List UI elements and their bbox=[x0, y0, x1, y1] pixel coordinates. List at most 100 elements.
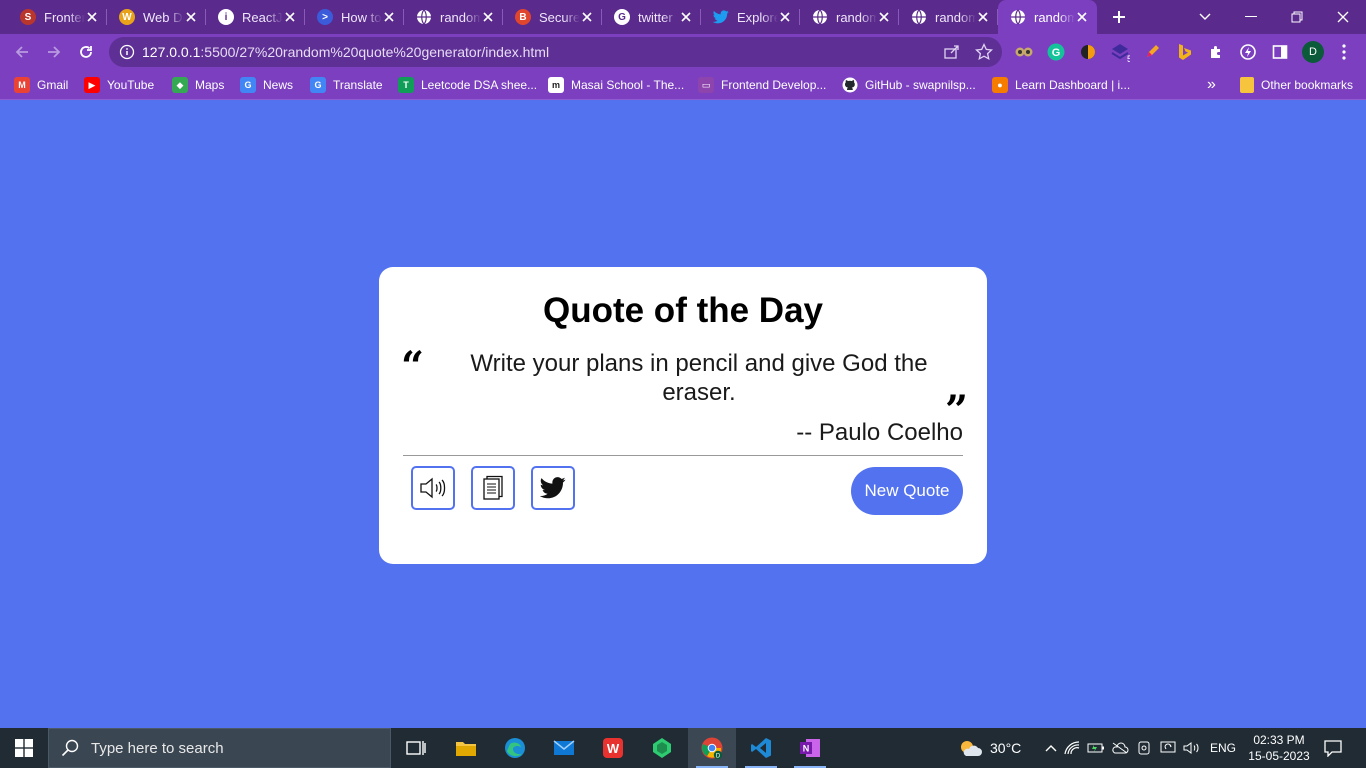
ext-pen-icon[interactable] bbox=[1142, 42, 1162, 62]
forward-button[interactable] bbox=[39, 37, 69, 67]
bookmark-item[interactable]: ◆ Maps bbox=[172, 75, 224, 95]
browser-tab[interactable]: random bbox=[998, 0, 1097, 34]
site-info-icon[interactable] bbox=[119, 44, 135, 65]
browser-tab[interactable]: random bbox=[899, 0, 998, 34]
share-icon[interactable] bbox=[943, 43, 961, 66]
weather-widget[interactable]: 30°C bbox=[958, 728, 1021, 768]
wifi-icon[interactable] bbox=[1060, 741, 1084, 755]
tweet-button[interactable] bbox=[531, 466, 575, 510]
bookmark-item[interactable]: ▶ YouTube bbox=[84, 75, 154, 95]
new-tab-button[interactable] bbox=[1106, 4, 1132, 30]
folder-icon bbox=[1240, 77, 1254, 93]
tab-close-icon[interactable] bbox=[976, 10, 990, 24]
bookmark-item[interactable]: T Leetcode DSA shee... bbox=[398, 75, 537, 95]
bookmark-item[interactable]: ● Learn Dashboard | i... bbox=[992, 75, 1130, 95]
browser-tab[interactable]: > How to bbox=[305, 0, 404, 34]
tab-close-icon[interactable] bbox=[382, 10, 396, 24]
start-button[interactable] bbox=[0, 728, 48, 768]
browser-tab[interactable]: W Web Dev bbox=[107, 0, 206, 34]
bookmark-item[interactable]: GitHub - swapnilsp... bbox=[842, 75, 976, 95]
ext-owl-icon[interactable] bbox=[1014, 42, 1034, 62]
minimize-button[interactable] bbox=[1228, 0, 1274, 34]
menu-kebab-icon[interactable] bbox=[1334, 42, 1354, 62]
show-hidden-icons-icon[interactable] bbox=[1042, 744, 1060, 752]
extensions-puzzle-icon[interactable] bbox=[1206, 42, 1226, 62]
browser-tab[interactable]: random bbox=[800, 0, 899, 34]
bookmark-label: Leetcode DSA shee... bbox=[421, 78, 538, 92]
wps-office-button[interactable]: W bbox=[589, 728, 637, 768]
bookmark-item[interactable]: G Translate bbox=[310, 75, 383, 95]
tab-close-icon[interactable] bbox=[679, 10, 693, 24]
cloud-sync-icon[interactable] bbox=[1108, 742, 1132, 754]
bookmark-star-icon[interactable] bbox=[975, 42, 993, 66]
language-indicator[interactable]: ENG bbox=[1210, 741, 1236, 755]
web-dev-favicon: W bbox=[119, 9, 135, 25]
onenote-button[interactable]: N bbox=[786, 728, 834, 768]
address-bar[interactable]: 127.0.0.1:5500/27%20random%20quote%20gen… bbox=[109, 37, 1002, 67]
browser-tab[interactable]: Explore bbox=[701, 0, 800, 34]
ext-dark-mode-icon[interactable] bbox=[1078, 42, 1098, 62]
notification-icon bbox=[1324, 740, 1342, 757]
tab-close-icon[interactable] bbox=[1075, 10, 1089, 24]
reload-button[interactable] bbox=[71, 37, 101, 67]
side-panel-icon[interactable] bbox=[1270, 42, 1290, 62]
app-green-button[interactable] bbox=[638, 728, 686, 768]
speak-button[interactable] bbox=[411, 466, 455, 510]
browser-tab[interactable]: B Secure bbox=[503, 0, 602, 34]
browser-tab[interactable]: Gtwitter bbox=[602, 0, 701, 34]
tray-icons: ENG bbox=[1042, 728, 1236, 768]
mail-button[interactable] bbox=[540, 728, 588, 768]
svg-text:5: 5 bbox=[1127, 54, 1130, 62]
browser-tab[interactable]: i ReactJS bbox=[206, 0, 305, 34]
volume-icon[interactable] bbox=[1180, 741, 1204, 755]
browser-tab[interactable]: S Frontend bbox=[8, 0, 107, 34]
restore-button[interactable] bbox=[1274, 0, 1320, 34]
copy-button[interactable] bbox=[471, 466, 515, 510]
tab-close-icon[interactable] bbox=[85, 10, 99, 24]
performance-icon[interactable] bbox=[1238, 42, 1258, 62]
edge-button[interactable] bbox=[491, 728, 539, 768]
vscode-button[interactable] bbox=[737, 728, 785, 768]
minimize-icon bbox=[1245, 16, 1257, 17]
bookmark-item[interactable]: M Gmail bbox=[14, 75, 68, 95]
chrome-button[interactable]: D bbox=[688, 728, 736, 768]
tab-close-icon[interactable] bbox=[481, 10, 495, 24]
bing-icon[interactable] bbox=[1174, 42, 1194, 62]
tab-title: How to bbox=[341, 9, 382, 25]
info-favicon: i bbox=[218, 9, 234, 25]
browser-tab[interactable]: random bbox=[404, 0, 503, 34]
tab-title: random bbox=[935, 9, 976, 25]
tab-close-icon[interactable] bbox=[184, 10, 198, 24]
svg-text:D: D bbox=[716, 754, 721, 760]
close-window-button[interactable] bbox=[1320, 0, 1366, 34]
bookmark-item[interactable]: G News bbox=[240, 75, 293, 95]
other-bookmarks-folder[interactable]: Other bookmarks bbox=[1240, 75, 1353, 95]
display-sync-icon[interactable] bbox=[1156, 741, 1180, 755]
profile-avatar[interactable]: D bbox=[1302, 41, 1324, 63]
bookmark-item[interactable]: ▭ Frontend Develop... bbox=[698, 75, 826, 95]
tab-close-icon[interactable] bbox=[580, 10, 594, 24]
taskbar-search-box[interactable]: Type here to search bbox=[48, 728, 391, 768]
mail-icon bbox=[553, 740, 575, 755]
grammarly-icon[interactable]: G bbox=[1046, 42, 1066, 62]
more-bookmarks-button[interactable]: » bbox=[1207, 75, 1216, 95]
notifications-button[interactable] bbox=[1310, 728, 1356, 768]
battery-icon[interactable] bbox=[1084, 742, 1108, 754]
twitter-favicon bbox=[713, 9, 729, 25]
bookmark-label: News bbox=[263, 78, 294, 92]
new-quote-button[interactable]: New Quote bbox=[851, 467, 963, 515]
file-explorer-button[interactable] bbox=[442, 728, 490, 768]
url-text[interactable]: 127.0.0.1:5500/27%20random%20quote%20gen… bbox=[142, 44, 549, 60]
taskbar-clock[interactable]: 02:33 PM 15-05-2023 bbox=[1246, 732, 1312, 764]
task-view-button[interactable] bbox=[392, 728, 440, 768]
back-button[interactable] bbox=[7, 37, 37, 67]
tab-search-button[interactable] bbox=[1182, 0, 1228, 34]
tab-close-icon[interactable] bbox=[283, 10, 297, 24]
ext-stack-icon[interactable]: 5 bbox=[1110, 42, 1130, 62]
chevron-down-icon bbox=[1199, 13, 1211, 20]
meet-now-icon[interactable] bbox=[1132, 741, 1156, 755]
tab-close-icon[interactable] bbox=[877, 10, 891, 24]
tab-close-icon[interactable] bbox=[778, 10, 792, 24]
bookmark-item[interactable]: m Masai School - The... bbox=[548, 75, 684, 95]
clock-date: 15-05-2023 bbox=[1248, 749, 1310, 763]
